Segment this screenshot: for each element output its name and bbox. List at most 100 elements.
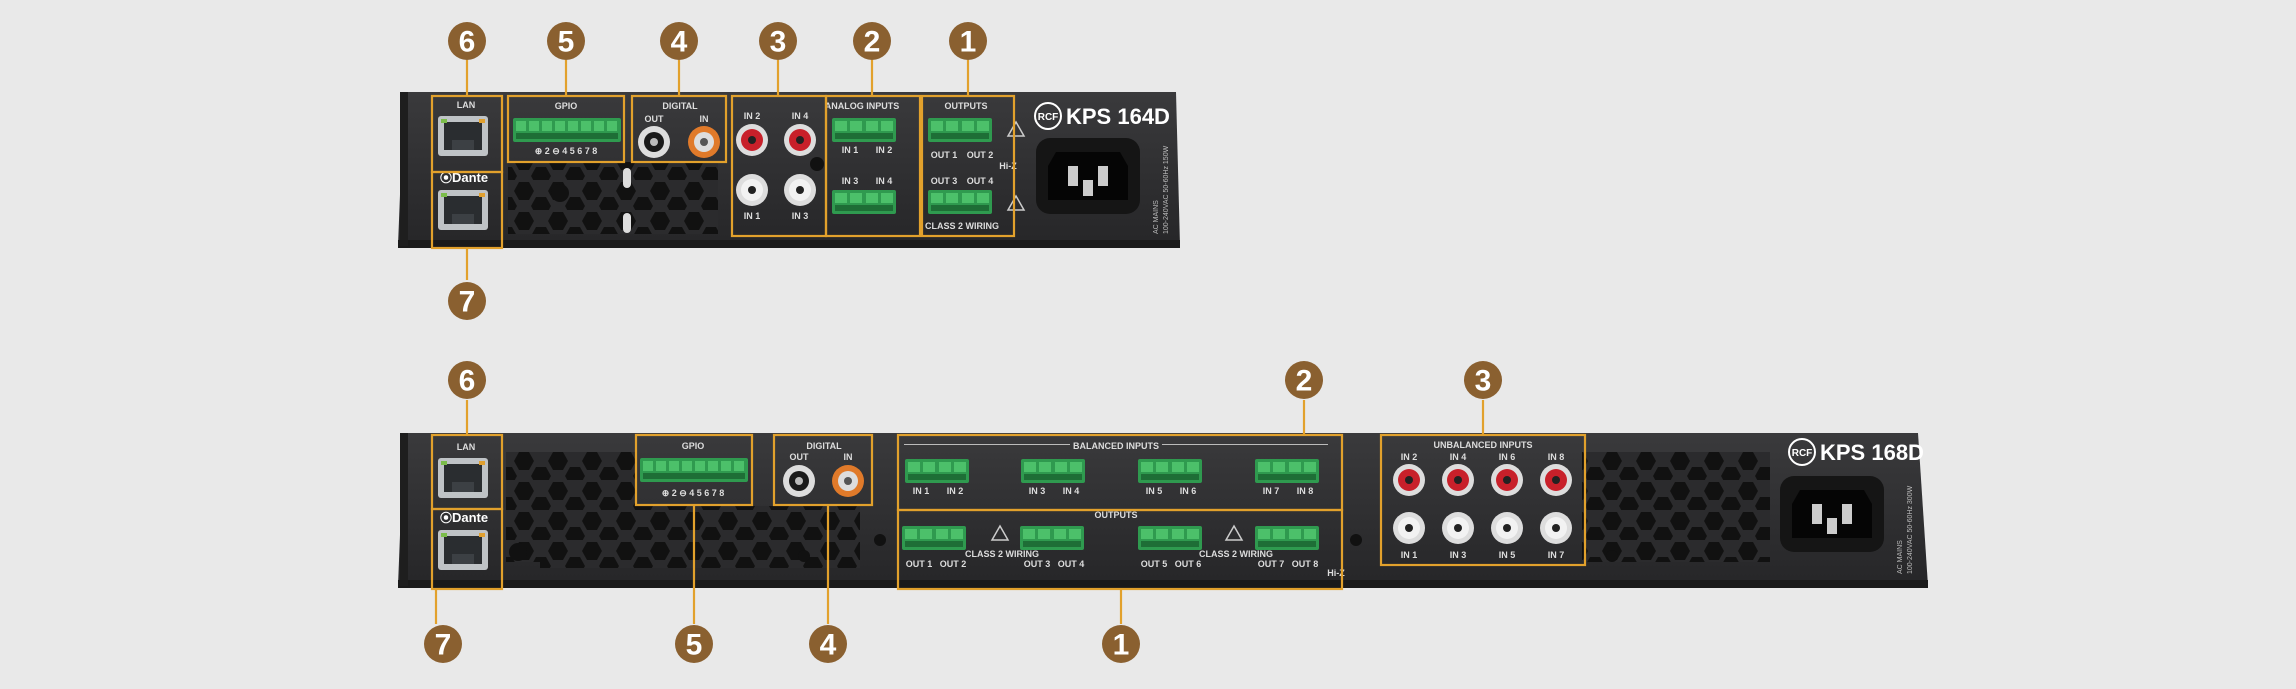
device-kps-164d: LAN ⦿ Dante GPIO ⊕ 2 ⊖ 4 5 6 7 8 DIGITAL… [398,60,1180,280]
marker-6-top: 6 [448,22,486,60]
marker-2-bottom: 2 [1285,361,1323,399]
bin6-label: IN 6 [1180,486,1197,496]
bin4-label: IN 4 [1063,486,1080,496]
vent-grille-lower [540,506,860,568]
uin3-label: IN 3 [1450,550,1467,560]
svg-text:3: 3 [770,26,787,59]
bin2-label: IN 2 [947,486,964,496]
uin5-label: IN 5 [1499,550,1516,560]
lan-label: LAN [457,100,476,110]
out7-label: OUT 7 [1258,559,1285,569]
model-name: KPS 168D [1820,440,1924,465]
screw [551,184,569,202]
bin7-label: IN 7 [1263,486,1280,496]
marker-7-bottom: 7 [424,625,462,663]
svg-text:4: 4 [671,26,688,59]
gpio-label: GPIO [555,101,578,111]
svg-text:5: 5 [558,26,575,59]
out2-label: OUT 2 [940,559,967,569]
svg-text:3: 3 [1475,365,1492,398]
dante-port[interactable]: ⦿ Dante [438,170,488,230]
svg-text:4: 4 [820,629,837,662]
outputs-label: OUTPUTS [1094,510,1137,520]
brand-text: RCF [1792,448,1813,459]
digital-in-label: IN [700,114,709,124]
vent-grille [508,162,718,234]
out1-label: OUT 1 [931,150,958,160]
bin3-label: IN 3 [1029,486,1046,496]
out4-label: OUT 4 [1058,559,1085,569]
term-in1-label: IN 1 [842,145,859,155]
marker-4-bottom: 4 [809,625,847,663]
ac-mains-label: AC MAINS [1153,200,1160,234]
uin2-label: IN 2 [1401,452,1418,462]
marker-6-bottom: 6 [448,361,486,399]
gpio-label: GPIO [682,441,705,451]
ac-mains-inlet[interactable] [1780,476,1884,552]
uin8-label: IN 8 [1548,452,1565,462]
lan-label: LAN [457,442,476,452]
out4-label: OUT 4 [967,176,994,186]
marker-2-top: 2 [853,22,891,60]
out3-label: OUT 3 [931,176,958,186]
class2-label: CLASS 2 WIRING [925,221,999,231]
vent-grille-right [1582,452,1770,562]
rca-in4-label: IN 4 [792,111,809,121]
dante-port[interactable]: ⦿ Dante [438,510,488,570]
out3-label: OUT 3 [1024,559,1051,569]
marker-3-bottom: 3 [1464,361,1502,399]
marker-3-top: 3 [759,22,797,60]
marker-5-bottom: 5 [675,625,713,663]
svg-text:1: 1 [960,26,977,59]
bin5-label: IN 5 [1146,486,1163,496]
term-in2-label: IN 2 [876,145,893,155]
svg-text:6: 6 [459,365,476,398]
svg-text:5: 5 [686,629,703,662]
model-name: KPS 164D [1066,104,1170,129]
rating-label: 100-240VAC 50-60Hz 300W [1907,485,1914,574]
brand-text: RCF [1038,112,1059,123]
svg-text:7: 7 [459,286,476,319]
svg-text:6: 6 [459,26,476,59]
digital-label: DIGITAL [662,101,698,111]
bin1-label: IN 1 [913,486,930,496]
ac-mains-label: AC MAINS [1897,540,1904,574]
class2-label-b: CLASS 2 WIRING [1199,549,1273,559]
class2-label-a: CLASS 2 WIRING [965,549,1039,559]
gpio-pins: ⊕ 2 ⊖ 4 5 6 7 8 [662,488,725,498]
ac-mains-inlet[interactable] [1036,138,1140,214]
digital-out-label: OUT [790,452,810,462]
marker-1-top: 1 [949,22,987,60]
out6-label: OUT 6 [1175,559,1202,569]
analog-inputs-label: ANALOG INPUTS [825,101,900,111]
digital-out-label: OUT [645,114,665,124]
out2-label: OUT 2 [967,150,994,160]
balanced-inputs-label: BALANCED INPUTS [1073,441,1159,451]
svg-text:1: 1 [1113,629,1130,662]
out5-label: OUT 5 [1141,559,1168,569]
marker-1-bottom: 1 [1102,625,1140,663]
rating-label: 100-240VAC 50-60Hz 150W [1163,145,1170,234]
bin8-label: IN 8 [1297,486,1314,496]
marker-7-top: 7 [448,282,486,320]
marker-4-top: 4 [660,22,698,60]
marker-5-top: 5 [547,22,585,60]
device-kps-168d: LAN ⦿ Dante GPIO ⊕ 2 ⊖ 4 5 6 7 8 DIGITAL… [398,400,1928,624]
svg-text:7: 7 [435,629,452,662]
rca-in2-label: IN 2 [744,111,761,121]
digital-in-label: IN [844,452,853,462]
svg-text:2: 2 [1296,365,1313,398]
term-in3-label: IN 3 [842,176,859,186]
product-diagram: LAN ⦿ Dante GPIO ⊕ 2 ⊖ 4 5 6 7 8 DIGITAL… [398,22,1928,663]
uin1-label: IN 1 [1401,550,1418,560]
out8-label: OUT 8 [1292,559,1319,569]
uin4-label: IN 4 [1450,452,1467,462]
out1-label: OUT 1 [906,559,933,569]
svg-text:⦿: ⦿ [440,510,452,525]
rca-in1-label: IN 1 [744,211,761,221]
unbalanced-inputs-label: UNBALANCED INPUTS [1434,440,1533,450]
uin6-label: IN 6 [1499,452,1516,462]
uin7-label: IN 7 [1548,550,1565,560]
outputs-label: OUTPUTS [944,101,987,111]
term-in4-label: IN 4 [876,176,893,186]
